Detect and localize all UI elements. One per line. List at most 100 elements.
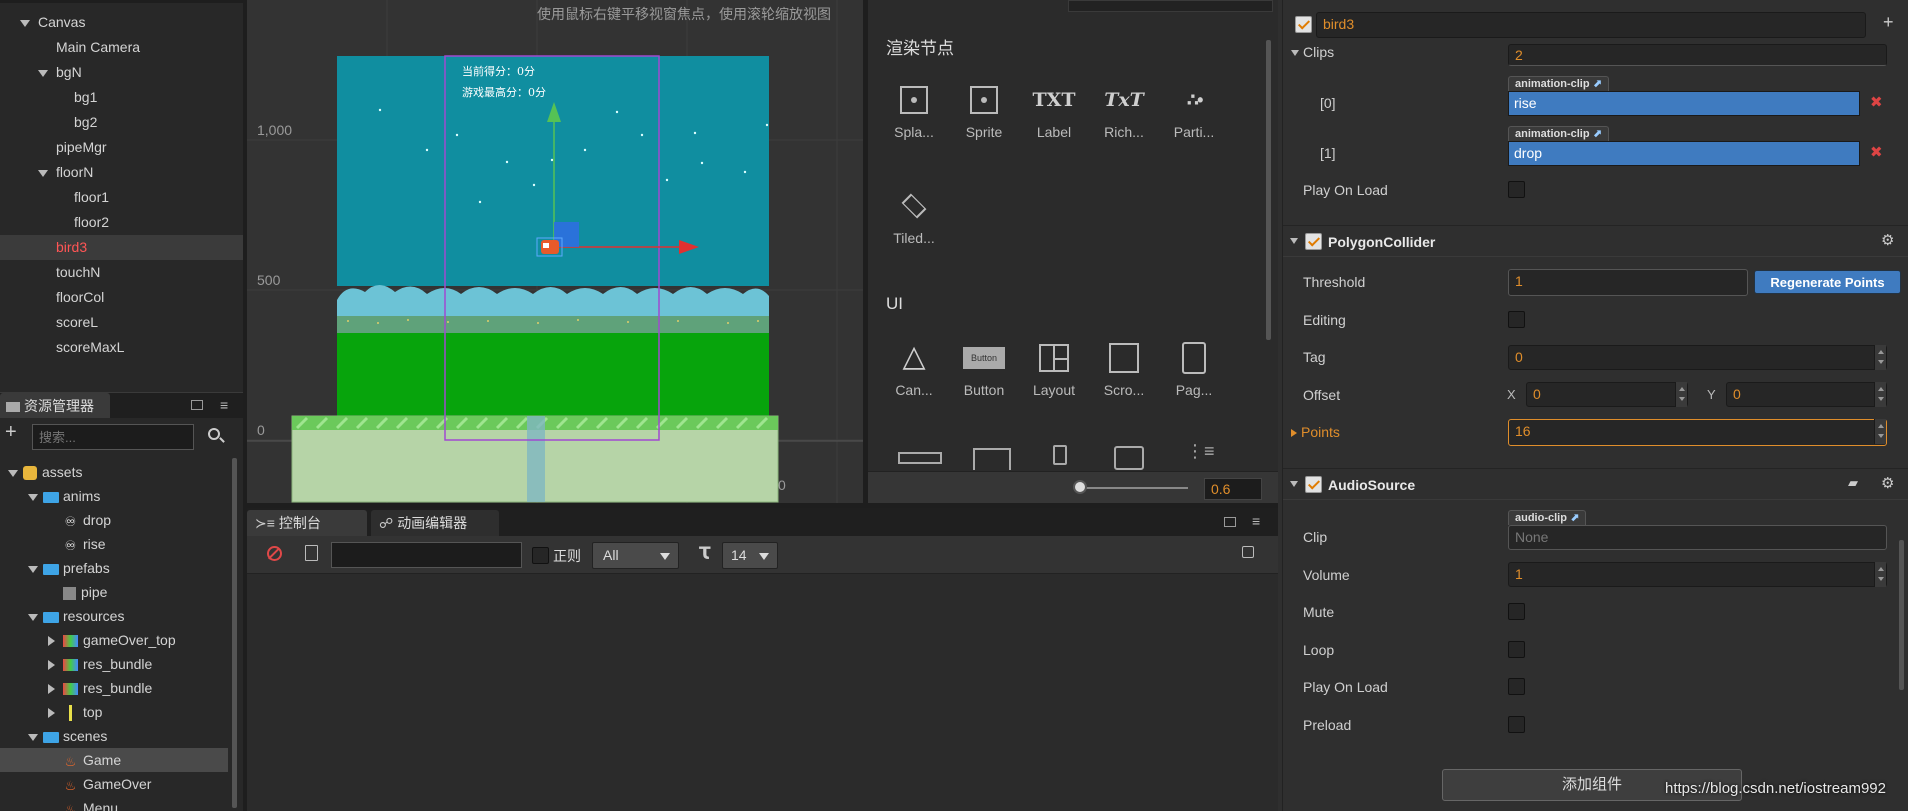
remove-clip-0-icon[interactable]: ✖: [1870, 93, 1883, 111]
hierarchy-item[interactable]: scoreL: [0, 310, 243, 335]
pageview-node-item[interactable]: Pag...: [1164, 334, 1224, 398]
hierarchy-item[interactable]: floorN: [0, 160, 243, 185]
asset-item[interactable]: resources: [0, 604, 228, 628]
remove-clip-1-icon[interactable]: ✖: [1870, 143, 1883, 161]
volume-field[interactable]: 1: [1508, 562, 1887, 587]
scene-view[interactable]: 使用鼠标右键平移视窗焦点，使用滚轮缩放视图 1,000 500 0 0 当前得分…: [247, 0, 863, 503]
open-log-icon[interactable]: [305, 545, 318, 561]
asset-item[interactable]: ♨ Menu: [0, 796, 228, 811]
clips-label[interactable]: Clips: [1291, 44, 1334, 60]
label-node-item[interactable]: TXT Label: [1024, 76, 1084, 140]
maximize-icon[interactable]: [191, 400, 203, 410]
hierarchy-item[interactable]: bg1: [0, 85, 243, 110]
hierarchy-item[interactable]: floor1: [0, 185, 243, 210]
expand-arrow-icon[interactable]: [28, 493, 38, 501]
clip-0-field[interactable]: rise: [1508, 91, 1860, 116]
audio-source-enabled-checkbox[interactable]: [1305, 476, 1322, 493]
richtext-node-item[interactable]: TxT Rich...: [1094, 76, 1154, 140]
offset-x-field[interactable]: 0: [1526, 382, 1688, 407]
polygon-collider-header[interactable]: PolygonCollider ⚙: [1283, 225, 1908, 257]
console-search-input[interactable]: [331, 542, 522, 568]
clip-1-field[interactable]: drop: [1508, 141, 1860, 166]
help-book-icon[interactable]: ▰: [1848, 475, 1858, 491]
tiled-node-item[interactable]: Tiled...: [884, 182, 944, 246]
node-name-field[interactable]: bird3: [1316, 12, 1866, 38]
zoom-slider-track[interactable]: [1078, 487, 1188, 489]
gear-icon[interactable]: ⚙: [1881, 474, 1894, 492]
points-spinner[interactable]: [1874, 419, 1886, 444]
asset-item[interactable]: res_bundle: [0, 652, 228, 676]
offset-x-spinner[interactable]: [1675, 382, 1687, 407]
asset-item[interactable]: ♾ drop: [0, 508, 228, 532]
tab-animation-editor[interactable]: ☍ 动画编辑器: [371, 510, 499, 536]
button-node-item[interactable]: Button Button: [954, 334, 1014, 398]
zoom-slider-thumb[interactable]: [1073, 480, 1087, 494]
log-level-select[interactable]: All: [592, 542, 679, 569]
asset-item[interactable]: assets: [0, 460, 228, 484]
expand-arrow-icon[interactable]: [48, 636, 55, 647]
font-size-select[interactable]: 14: [722, 542, 778, 569]
slider-icon[interactable]: [1053, 445, 1067, 465]
tab-console[interactable]: ≻≡ 控制台: [247, 510, 367, 536]
expand-arrow-icon[interactable]: [28, 613, 38, 621]
asset-scrollbar[interactable]: [232, 458, 237, 808]
asset-item[interactable]: pipe: [0, 580, 228, 604]
menu-icon[interactable]: ≡: [1252, 514, 1260, 528]
tab-assets[interactable]: 资源管理器: [0, 393, 110, 419]
collapse-icon[interactable]: [1242, 546, 1254, 558]
expand-arrow-icon[interactable]: [38, 69, 48, 77]
threshold-field[interactable]: 1: [1508, 269, 1748, 296]
expand-arrow-icon[interactable]: [38, 169, 48, 177]
inspector-scrollbar[interactable]: [1899, 540, 1904, 690]
node-active-checkbox[interactable]: [1295, 16, 1312, 33]
asset-item[interactable]: scenes: [0, 724, 228, 748]
asset-item[interactable]: prefabs: [0, 556, 228, 580]
hierarchy-item[interactable]: Main Camera: [0, 35, 243, 60]
maximize-icon[interactable]: [1224, 517, 1236, 527]
hierarchy-item[interactable]: floorCol: [0, 285, 243, 310]
hierarchy-item[interactable]: touchN: [0, 260, 243, 285]
zoom-value-field[interactable]: 0.6: [1204, 478, 1262, 500]
expand-arrow-icon[interactable]: [28, 733, 38, 741]
tag-spinner[interactable]: [1874, 345, 1886, 370]
regenerate-points-button[interactable]: Regenerate Points: [1754, 270, 1901, 294]
expand-arrow-icon[interactable]: [48, 708, 55, 719]
add-icon[interactable]: +: [5, 422, 17, 442]
sprite-node-item[interactable]: Sprite: [954, 76, 1014, 140]
library-scrollbar[interactable]: [1266, 40, 1271, 340]
asset-item[interactable]: res_bundle: [0, 676, 228, 700]
hierarchy-item[interactable]: bg2: [0, 110, 243, 135]
volume-spinner[interactable]: [1874, 562, 1886, 587]
clips-count-field[interactable]: 2: [1508, 44, 1887, 66]
expand-arrow-icon[interactable]: [20, 19, 30, 27]
audio-play-on-load-checkbox[interactable]: [1508, 678, 1525, 695]
progressbar-icon[interactable]: [898, 452, 942, 464]
regex-checkbox[interactable]: [532, 547, 549, 564]
editing-checkbox[interactable]: [1508, 311, 1525, 328]
gear-icon[interactable]: ⚙: [1881, 231, 1894, 249]
canvas-node-item[interactable]: △ Can...: [884, 334, 944, 398]
splash-node-item[interactable]: Spla...: [884, 76, 944, 140]
asset-search-input[interactable]: [32, 424, 194, 450]
offset-y-spinner[interactable]: [1874, 382, 1886, 407]
toggle-group-icon[interactable]: ⋮≡: [1186, 442, 1220, 469]
expand-arrow-icon[interactable]: [28, 565, 38, 573]
hierarchy-item[interactable]: floor2: [0, 210, 243, 235]
mute-checkbox[interactable]: [1508, 603, 1525, 620]
offset-y-field[interactable]: 0: [1726, 382, 1887, 407]
preload-checkbox[interactable]: [1508, 716, 1525, 733]
audio-clip-field[interactable]: None: [1508, 525, 1887, 550]
expand-arrow-icon[interactable]: [48, 684, 55, 695]
expand-arrow-icon[interactable]: [8, 469, 18, 477]
asset-item[interactable]: top: [0, 700, 228, 724]
editbox-icon[interactable]: [973, 448, 1011, 470]
asset-item[interactable]: ♨ GameOver: [0, 772, 228, 796]
asset-item[interactable]: ♨ Game: [0, 748, 228, 772]
asset-item[interactable]: gameOver_top: [0, 628, 228, 652]
tag-field[interactable]: 0: [1508, 345, 1887, 370]
asset-item[interactable]: anims: [0, 484, 228, 508]
hierarchy-item[interactable]: pipeMgr: [0, 135, 243, 160]
hierarchy-item[interactable]: bgN: [0, 60, 243, 85]
hierarchy-item[interactable]: Canvas: [0, 10, 243, 35]
hierarchy-item[interactable]: bird3: [0, 235, 243, 260]
